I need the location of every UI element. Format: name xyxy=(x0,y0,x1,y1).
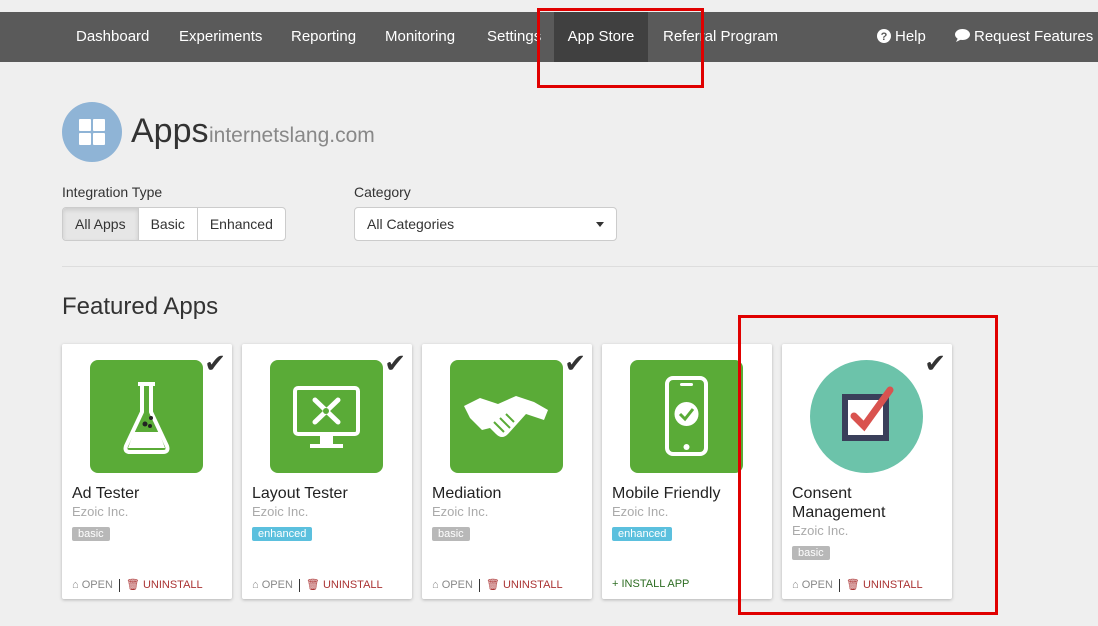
app-name: Ad Tester xyxy=(72,485,140,502)
trash-icon: 🗑 xyxy=(845,579,860,591)
status-badge: basic xyxy=(792,546,830,560)
nav-help[interactable]: ? Help xyxy=(877,12,926,62)
install-app-link[interactable]: + INSTALL APP xyxy=(612,578,689,590)
chevron-down-icon xyxy=(596,222,604,227)
uninstall-link[interactable]: 🗑 UNINSTALL xyxy=(486,579,563,591)
filter-enhanced-button[interactable]: Enhanced xyxy=(198,208,285,240)
app-vendor: Ezoic Inc. xyxy=(252,504,309,519)
category-label: Category xyxy=(354,184,411,200)
app-name: Layout Tester xyxy=(252,485,348,502)
open-label: OPEN xyxy=(81,579,113,591)
home-icon: ⌂ xyxy=(792,579,799,591)
app-card-ad-tester[interactable]: ✔ Ad Tester Ezoic Inc. basic ⌂ OPEN 🗑 UNI… xyxy=(62,344,232,599)
filter-all-apps-button[interactable]: All Apps xyxy=(63,208,139,240)
app-card-layout-tester[interactable]: ✔ Layout Tester Ezoic Inc. enhanced ⌂ OP… xyxy=(242,344,412,599)
speech-bubble-icon xyxy=(955,12,970,62)
installed-check-icon: ✔ xyxy=(204,348,226,378)
category-select-value: All Categories xyxy=(367,216,455,232)
status-badge: basic xyxy=(72,527,110,541)
app-vendor: Ezoic Inc. xyxy=(612,504,669,519)
nav-request-features[interactable]: Request Features xyxy=(955,12,1093,62)
open-link[interactable]: ⌂ OPEN xyxy=(432,579,473,591)
monitor-tools-icon xyxy=(270,360,383,473)
status-badge: basic xyxy=(432,527,470,541)
home-icon: ⌂ xyxy=(252,579,259,591)
app-name: Mobile Friendly xyxy=(612,485,721,502)
installed-check-icon: ✔ xyxy=(384,348,406,378)
app-card-mobile-friendly[interactable]: Mobile Friendly Ezoic Inc. enhanced + IN… xyxy=(602,344,772,599)
plus-icon: + xyxy=(612,578,619,590)
filter-basic-button[interactable]: Basic xyxy=(139,208,198,240)
nav-dashboard[interactable]: Dashboard xyxy=(76,12,149,62)
trash-icon: 🗑 xyxy=(305,579,320,591)
nav-settings[interactable]: Settings xyxy=(487,12,541,62)
app-card-mediation[interactable]: ✔ Mediation Ezoic Inc. basic ⌂ OPEN 🗑 UNI… xyxy=(422,344,592,599)
uninstall-label: UNINSTALL xyxy=(862,579,923,591)
open-link[interactable]: ⌂ OPEN xyxy=(252,579,293,591)
trash-icon: 🗑 xyxy=(125,579,140,591)
phone-check-icon xyxy=(630,360,743,473)
app-actions: + INSTALL APP xyxy=(612,578,689,590)
nav-referral-program[interactable]: Referral Program xyxy=(663,12,778,62)
app-actions: ⌂ OPEN 🗑 UNINSTALL xyxy=(432,578,563,592)
handshake-icon xyxy=(450,360,563,473)
nav-request-label: Request Features xyxy=(974,28,1094,45)
status-badge: enhanced xyxy=(612,527,673,541)
uninstall-link[interactable]: 🗑 UNINSTALL xyxy=(306,579,383,591)
open-label: OPEN xyxy=(801,579,833,591)
open-link[interactable]: ⌂ OPEN xyxy=(792,579,833,591)
installed-check-icon: ✔ xyxy=(924,348,946,378)
uninstall-label: UNINSTALL xyxy=(142,579,203,591)
install-label: INSTALL APP xyxy=(621,578,690,590)
app-actions: ⌂ OPEN 🗑 UNINSTALL xyxy=(792,578,923,592)
integration-type-toggle: All Apps Basic Enhanced xyxy=(62,207,286,241)
flask-icon xyxy=(90,360,203,473)
nav-reporting[interactable]: Reporting xyxy=(291,12,356,62)
trash-icon: 🗑 xyxy=(485,579,500,591)
page-title: Apps xyxy=(131,112,209,150)
featured-apps-title: Featured Apps xyxy=(62,293,219,320)
home-icon: ⌂ xyxy=(432,579,439,591)
top-nav: Dashboard Experiments Reporting Monitori… xyxy=(0,12,1098,62)
open-link[interactable]: ⌂ OPEN xyxy=(72,579,113,591)
question-circle-icon: ? xyxy=(877,12,891,62)
nav-experiments[interactable]: Experiments xyxy=(179,12,262,62)
nav-monitoring[interactable]: Monitoring xyxy=(385,12,455,62)
uninstall-label: UNINSTALL xyxy=(502,579,563,591)
open-label: OPEN xyxy=(261,579,293,591)
app-vendor: Ezoic Inc. xyxy=(432,504,489,519)
uninstall-link[interactable]: 🗑 UNINSTALL xyxy=(846,579,923,591)
app-card-consent-management[interactable]: ✔ Consent Management Ezoic Inc. basic ⌂ … xyxy=(782,344,952,599)
open-label: OPEN xyxy=(441,579,473,591)
apps-grid-icon xyxy=(62,102,122,162)
app-actions: ⌂ OPEN 🗑 UNINSTALL xyxy=(252,578,383,592)
app-name: Mediation xyxy=(432,485,502,502)
status-badge: enhanced xyxy=(252,527,313,541)
home-icon: ⌂ xyxy=(72,579,79,591)
site-domain: internetslang.com xyxy=(209,124,375,147)
app-name: Consent Management xyxy=(792,485,886,521)
uninstall-label: UNINSTALL xyxy=(322,579,383,591)
checkbox-consent-icon xyxy=(810,360,923,473)
app-vendor: Ezoic Inc. xyxy=(72,504,129,519)
uninstall-link[interactable]: 🗑 UNINSTALL xyxy=(126,579,203,591)
integration-type-label: Integration Type xyxy=(62,184,163,200)
nav-app-store[interactable]: App Store xyxy=(554,12,648,62)
nav-help-label: Help xyxy=(895,28,926,45)
category-select[interactable]: All Categories xyxy=(354,207,617,241)
app-actions: ⌂ OPEN 🗑 UNINSTALL xyxy=(72,578,203,592)
svg-text:?: ? xyxy=(881,31,888,43)
app-vendor: Ezoic Inc. xyxy=(792,523,849,538)
divider xyxy=(62,266,1098,267)
installed-check-icon: ✔ xyxy=(564,348,586,378)
